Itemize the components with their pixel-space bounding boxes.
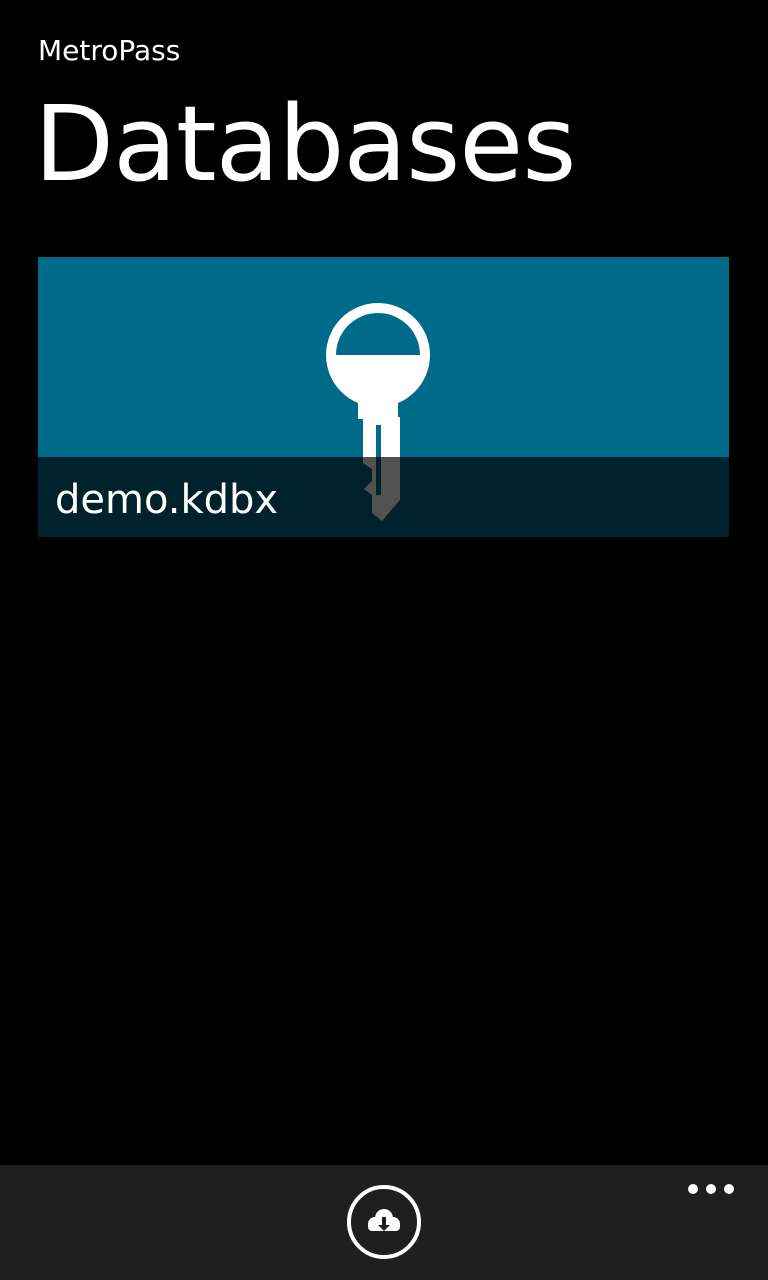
- ellipsis-dot: [688, 1184, 698, 1194]
- database-name: demo.kdbx: [55, 477, 279, 523]
- page-title: Databases: [34, 83, 576, 205]
- databases-page: MetroPass Databases demo.kdbx: [0, 0, 768, 1280]
- app-title: MetroPass: [38, 34, 181, 67]
- ellipsis-icon[interactable]: [682, 1175, 740, 1203]
- database-tile[interactable]: demo.kdbx: [38, 257, 729, 537]
- ellipsis-dot: [724, 1184, 734, 1194]
- app-bar: [0, 1165, 768, 1280]
- ellipsis-dot: [706, 1184, 716, 1194]
- cloud-download-icon[interactable]: [346, 1184, 422, 1260]
- tile-caption: demo.kdbx: [38, 457, 729, 537]
